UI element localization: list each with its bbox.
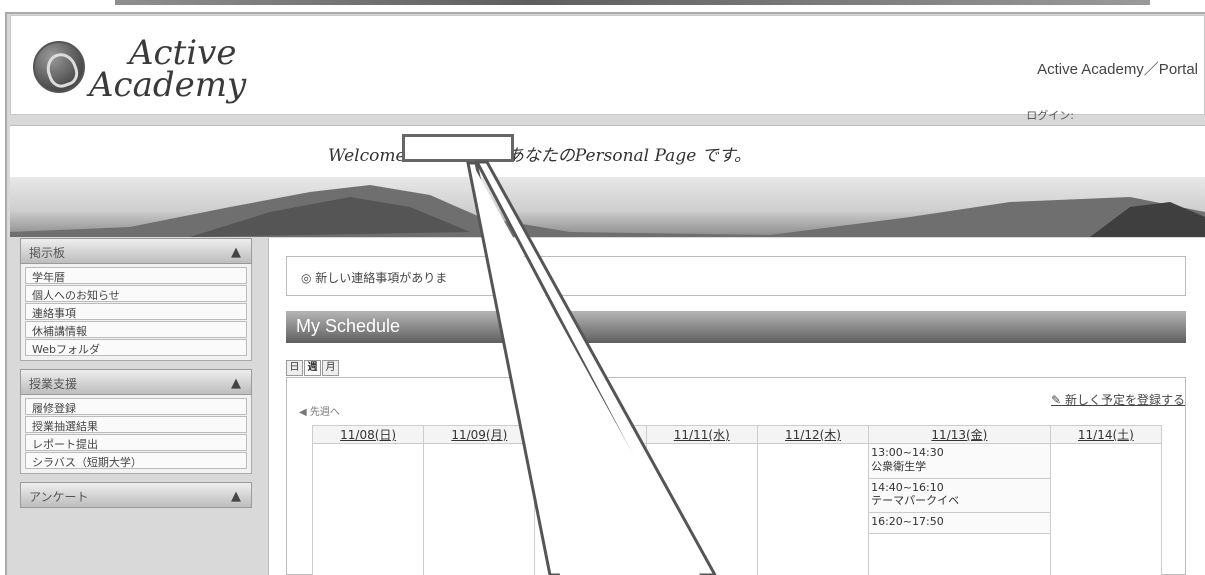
- event-time: 16:20~17:50: [871, 515, 944, 528]
- sidebar-list: 学年暦 個人へのお知らせ 連絡事項 休補講情報 Webフォルダ: [20, 264, 252, 361]
- tab-month[interactable]: 月: [322, 360, 339, 376]
- sidebar-item-announcements[interactable]: 連絡事項: [25, 303, 247, 320]
- sidebar-section-header[interactable]: アンケート ▲: [20, 482, 252, 508]
- main-content: ◎ 新しい連絡事項がありま My Schedule 日 週 月 ◀ 先週へ ✎ …: [268, 238, 1205, 575]
- section-title: 授業支援: [29, 377, 78, 391]
- new-event-label: 新しく予定を登録する: [1064, 393, 1185, 407]
- day-cell[interactable]: [756, 443, 870, 575]
- schedule-title: My Schedule: [286, 311, 1186, 343]
- event-item[interactable]: 16:20~17:50: [869, 513, 1050, 534]
- day-header[interactable]: 11/12(木): [756, 425, 870, 444]
- day-cell[interactable]: [311, 443, 425, 575]
- mountain-banner: [10, 177, 1205, 237]
- event-time: 14:40~16:10: [871, 480, 944, 494]
- sidebar: 掲示板 ▲ 学年暦 個人へのお知らせ 連絡事項 休補講情報 Webフォルダ 授業…: [20, 238, 252, 575]
- welcome-text: Welcome さんl ここはあなたのPersonal Page です。: [328, 146, 751, 166]
- event-item[interactable]: 13:00~14:30 公衆衛生学: [869, 444, 1050, 479]
- login-label[interactable]: ログイン:: [1026, 107, 1074, 123]
- day-cell[interactable]: [423, 443, 536, 575]
- event-item[interactable]: 14:40~16:10 テーマパークイベ: [869, 478, 1050, 513]
- event-title: テーマパークイベ: [871, 494, 960, 508]
- day-header[interactable]: 11/11(水): [645, 425, 758, 444]
- logo-emblem-icon: [33, 41, 85, 93]
- sidebar-section-header[interactable]: 掲示板 ▲: [20, 238, 252, 264]
- screenshot-root: Active Academy Active Academy／Portal ログイ…: [0, 0, 1205, 575]
- day-header[interactable]: 11/13(金): [868, 425, 1051, 444]
- section-title: 掲示板: [29, 246, 66, 260]
- site-header: Active Academy Active Academy／Portal ログイ…: [10, 15, 1205, 122]
- sidebar-item-lottery-results[interactable]: 授業抽選結果: [25, 416, 247, 433]
- sidebar-item-report-submission[interactable]: レポート提出: [25, 434, 247, 451]
- browser-strip: [115, 0, 1150, 5]
- pencil-icon: ✎: [1051, 393, 1062, 407]
- sidebar-section-survey: アンケート ▲: [20, 482, 252, 508]
- chevron-up-icon[interactable]: ▲: [231, 245, 241, 260]
- sidebar-section-class-support: 授業支援 ▲ 履修登録 授業抽選結果 レポート提出 シラバス（短期大学）: [20, 369, 252, 474]
- view-tabs: 日 週 月: [286, 360, 340, 376]
- sidebar-item-class-changes[interactable]: 休補講情報: [25, 321, 247, 338]
- new-event-link[interactable]: ✎ 新しく予定を登録する: [1051, 391, 1185, 408]
- prev-week-link[interactable]: ◀ 先週へ: [299, 403, 340, 418]
- mountain-banner-art: [10, 185, 1205, 237]
- sidebar-section-bulletin: 掲示板 ▲ 学年暦 個人へのお知らせ 連絡事項 休補講情報 Webフォルダ: [20, 238, 252, 361]
- notice-box[interactable]: ◎ 新しい連絡事項がありま: [286, 256, 1186, 296]
- day-cell[interactable]: [1049, 443, 1163, 575]
- sidebar-item-academic-calendar[interactable]: 学年暦: [25, 267, 247, 284]
- event-title: 公衆衛生学: [871, 459, 927, 473]
- day-cell[interactable]: 13:00~14:30 公衆衛生学 14:40~16:10 テーマパークイベ 1…: [868, 443, 1051, 575]
- week-table: 11/08(日) 11/09(月) 11/10(火) 11/11(水) 11/1…: [311, 425, 1163, 575]
- day-header[interactable]: 11/09(月): [423, 425, 536, 444]
- tab-day[interactable]: 日: [286, 360, 303, 376]
- day-cell[interactable]: [645, 443, 758, 575]
- event-time: 13:00~14:30: [871, 446, 944, 459]
- chevron-up-icon[interactable]: ▲: [231, 376, 241, 391]
- user-name-highlight: [402, 134, 514, 162]
- day-header[interactable]: 11/08(日): [311, 425, 425, 444]
- sidebar-item-web-folder[interactable]: Webフォルダ: [25, 339, 247, 356]
- sidebar-item-syllabus[interactable]: シラバス（短期大学）: [25, 452, 247, 469]
- logo-line-2: Academy: [89, 65, 247, 105]
- welcome-bar: Welcome さんl ここはあなたのPersonal Page です。: [10, 125, 1205, 177]
- tab-week[interactable]: 週: [304, 360, 321, 376]
- day-cell[interactable]: [534, 443, 647, 575]
- day-header[interactable]: 11/14(土): [1049, 425, 1163, 444]
- portal-title: Active Academy／Portal: [1037, 61, 1198, 78]
- sidebar-section-header[interactable]: 授業支援 ▲: [20, 369, 252, 395]
- sidebar-item-personal-notices[interactable]: 個人へのお知らせ: [25, 285, 247, 302]
- day-header[interactable]: 11/10(火): [534, 425, 647, 444]
- sidebar-list: 履修登録 授業抽選結果 レポート提出 シラバス（短期大学）: [20, 395, 252, 474]
- section-title: アンケート: [29, 490, 89, 504]
- chevron-up-icon[interactable]: ▲: [231, 489, 241, 504]
- sidebar-item-course-registration[interactable]: 履修登録: [25, 398, 247, 415]
